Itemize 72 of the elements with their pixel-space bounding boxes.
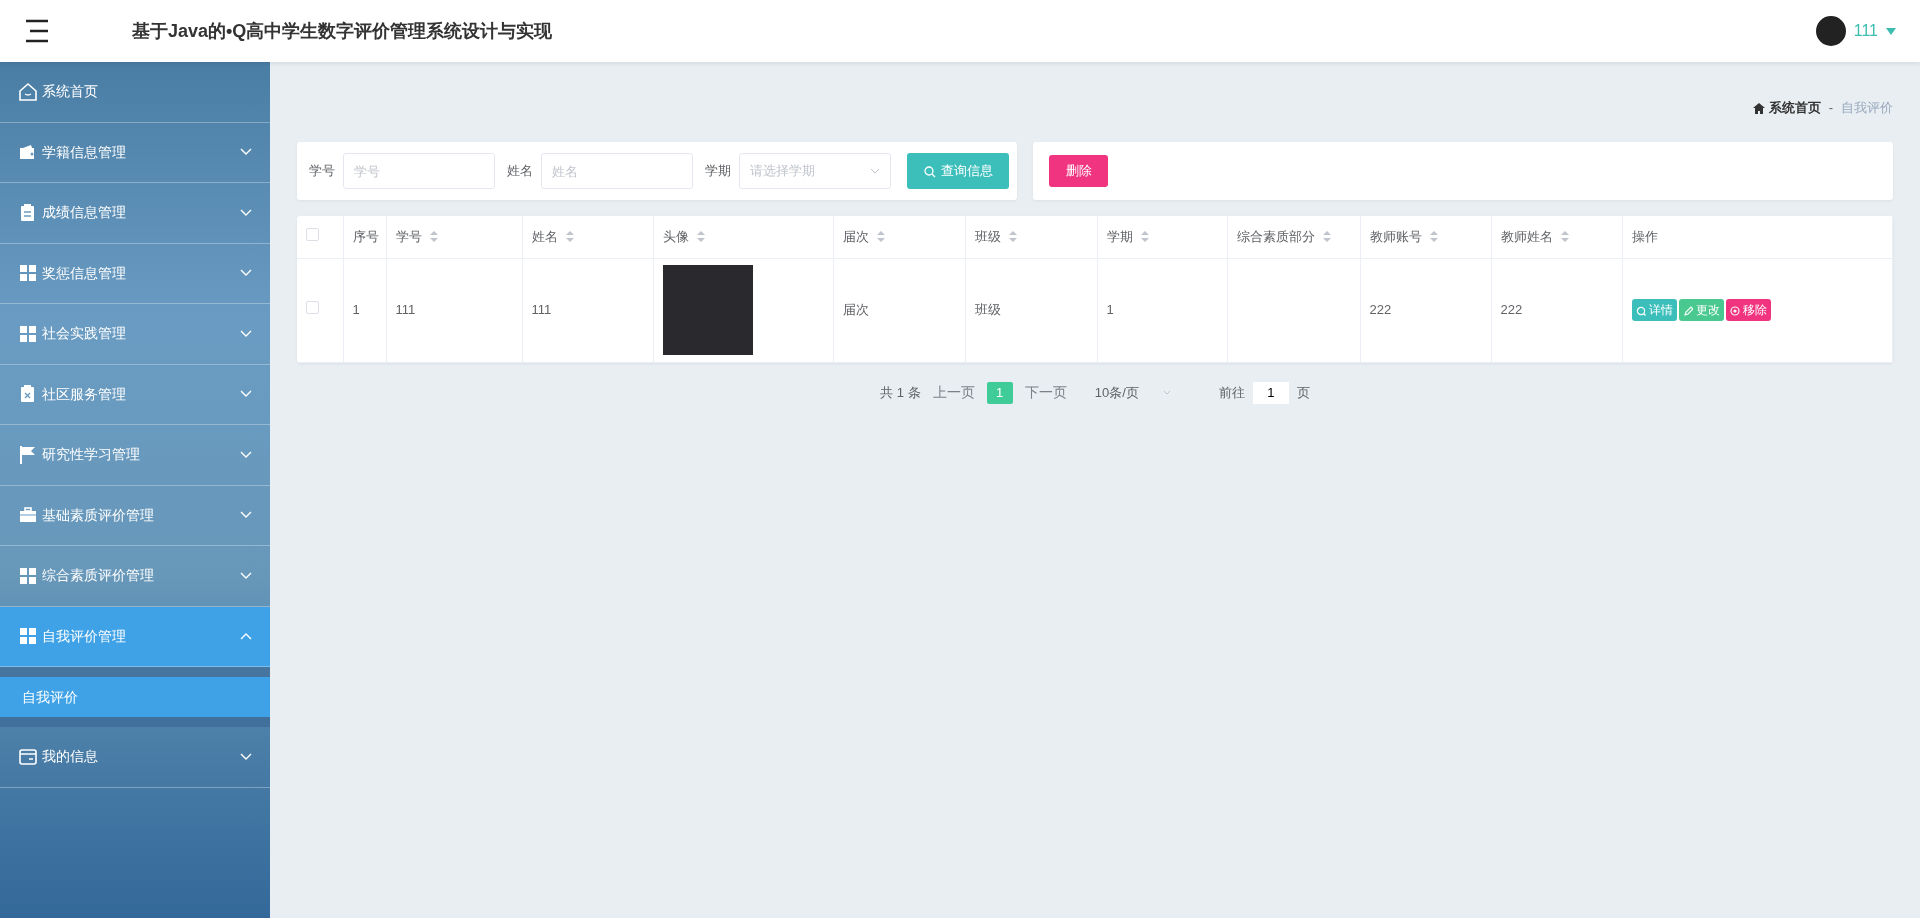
grid-icon xyxy=(18,263,38,284)
column-header[interactable]: 学期 xyxy=(1106,227,1133,247)
page-input[interactable]: 1 xyxy=(1252,381,1289,404)
submenu-item[interactable]: 自我评价 xyxy=(0,677,270,717)
field-label: 学期 xyxy=(705,162,731,181)
sidebar-item[interactable]: 综合素质评价管理 xyxy=(0,546,270,607)
column-header[interactable]: 头像 xyxy=(662,227,689,247)
grid-icon xyxy=(18,323,38,344)
sidebar-item[interactable]: 系统首页 xyxy=(0,62,270,123)
flag-icon xyxy=(18,444,38,465)
circle-icon xyxy=(1729,305,1740,316)
table-cell: 班级 xyxy=(974,302,1001,318)
next-page-link[interactable]: 下一页 xyxy=(1024,382,1067,403)
table-cell: 1 xyxy=(1106,302,1114,318)
page-unit: 页 xyxy=(1296,383,1310,402)
field-label: 姓名 xyxy=(507,162,533,181)
card-icon xyxy=(18,746,38,767)
sidebar-item[interactable]: 基础素质评价管理 xyxy=(0,485,270,546)
app-title: 基于Java的•Q高中学生数字评价管理系统设计与实现 xyxy=(132,19,553,43)
column-header[interactable]: 班级 xyxy=(974,227,1001,247)
detail-button[interactable]: 详情 xyxy=(1631,299,1677,321)
column-header[interactable]: 学号 xyxy=(395,227,422,247)
pencil-icon xyxy=(1682,305,1693,316)
prev-page-link[interactable]: 上一页 xyxy=(932,382,975,403)
user-name[interactable]: 111 xyxy=(1853,19,1878,43)
sidebar-item[interactable]: 研究性学习管理 xyxy=(0,425,270,486)
remove-button[interactable]: 移除 xyxy=(1725,299,1771,321)
input-field[interactable]: 姓名 xyxy=(541,153,693,189)
breadcrumb-current: 自我评价 xyxy=(1841,99,1893,118)
table-cell: 1 xyxy=(352,302,360,318)
page-number[interactable]: 1 xyxy=(986,381,1013,404)
table-cell: 222 xyxy=(1500,302,1523,318)
table-cell: 111 xyxy=(531,302,552,318)
home-icon xyxy=(1752,102,1765,114)
home-icon xyxy=(18,81,38,102)
breadcrumb-link[interactable]: 系统首页 xyxy=(1768,98,1821,118)
goto-label: 前往 xyxy=(1218,383,1245,402)
sidebar-item[interactable]: 社区服务管理 xyxy=(0,364,270,425)
column-header[interactable]: 教师账号 xyxy=(1369,227,1422,247)
column-header: 操作 xyxy=(1631,228,1658,246)
field-label: 学号 xyxy=(309,162,335,181)
sidebar-item[interactable]: 自我评价管理 xyxy=(0,606,270,667)
input-field[interactable]: 学号 xyxy=(343,153,495,189)
sidebar-item[interactable]: 社会实践管理 xyxy=(0,304,270,365)
page-size-select[interactable]: 10条/页 xyxy=(1094,382,1171,403)
column-header[interactable]: 教师姓名 xyxy=(1500,227,1553,247)
caret-icon[interactable] xyxy=(1886,27,1896,35)
column-header[interactable]: 届次 xyxy=(842,227,869,247)
column-header: 序号 xyxy=(352,228,379,246)
column-header[interactable]: 综合素质部分 xyxy=(1236,227,1315,247)
sidebar-item[interactable]: 成绩信息管理 xyxy=(0,183,270,244)
table-cell: 届次 xyxy=(842,302,869,318)
grid-icon xyxy=(18,565,38,586)
sidebar-item[interactable]: 奖惩信息管理 xyxy=(0,243,270,304)
edit-button[interactable]: 更改 xyxy=(1678,299,1724,321)
sidebar-item[interactable]: 学籍信息管理 xyxy=(0,122,270,183)
checkbox[interactable] xyxy=(306,228,319,241)
search-icon xyxy=(1635,305,1646,316)
table-cell: 111 xyxy=(395,302,416,318)
grid-icon xyxy=(18,626,38,647)
column-header[interactable]: 姓名 xyxy=(531,227,558,247)
avatar[interactable] xyxy=(1815,16,1846,46)
search-icon xyxy=(923,165,936,178)
chevron-down-icon xyxy=(1162,390,1171,395)
chevron-down-icon xyxy=(870,168,880,174)
checkbox[interactable] xyxy=(306,301,319,315)
total-count: 共 1 条 xyxy=(880,383,921,402)
breadcrumb-separator: - xyxy=(1828,99,1833,118)
delete-button[interactable]: 删除 xyxy=(1049,155,1108,187)
sidebar-item[interactable]: 我的信息 xyxy=(0,727,270,788)
table-cell: 222 xyxy=(1369,302,1392,318)
search-button[interactable]: 查询信息 xyxy=(907,153,1009,189)
